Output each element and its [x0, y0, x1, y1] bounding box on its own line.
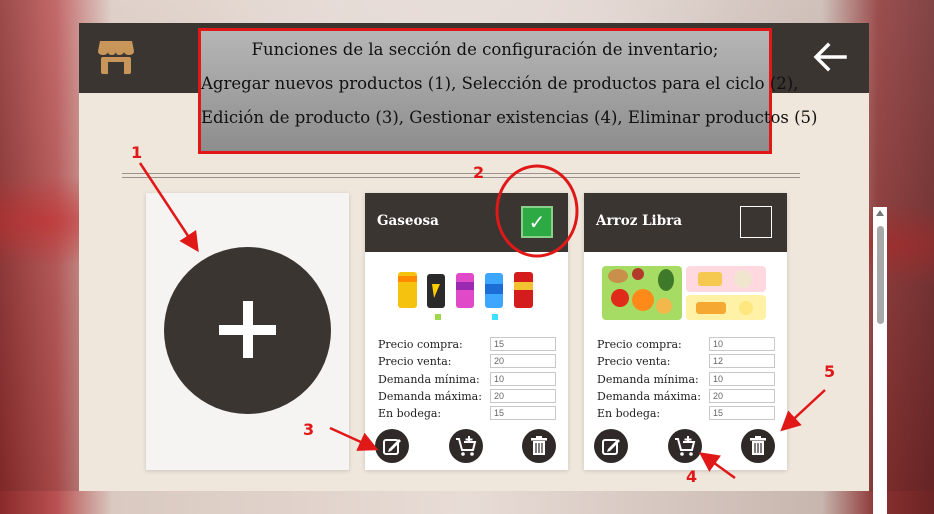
scroll-up-arrow[interactable]	[876, 210, 884, 216]
field-label: Demanda mínima:	[378, 372, 480, 386]
food-items-image	[598, 264, 770, 322]
precio-compra-input[interactable]: 10	[709, 337, 775, 351]
marker-1: 1	[131, 143, 143, 162]
soda-cans-image	[379, 264, 551, 322]
demanda-minima-input[interactable]: 10	[709, 371, 775, 386]
product-card-gaseosa: Gaseosa ✓ Precio compra: 15 Precio venta:…	[365, 193, 568, 470]
select-checkbox[interactable]: ✓	[521, 206, 553, 238]
back-arrow-icon[interactable]	[811, 39, 849, 75]
store-icon	[98, 41, 134, 74]
field-label: Demanda máxima:	[378, 389, 482, 403]
field-row: Demanda máxima: 20	[597, 388, 777, 406]
field-row: Precio venta: 20	[378, 354, 558, 371]
annotation-line: Edición de producto (3), Gestionar exist…	[201, 108, 818, 127]
precio-venta-input[interactable]: 20	[490, 354, 556, 369]
plus-icon[interactable]	[164, 247, 331, 414]
checkmark-icon: ✓	[528, 210, 546, 234]
trash-icon	[750, 436, 766, 455]
marker-2: 2	[473, 163, 485, 182]
product-fields: Precio compra: 10 Precio venta: 12 Demanda…	[597, 337, 777, 423]
product-card-header: Arroz Libra	[584, 193, 787, 252]
manage-stock-button[interactable]	[668, 429, 702, 463]
demanda-maxima-input[interactable]: 20	[490, 388, 556, 403]
select-checkbox[interactable]	[740, 206, 772, 238]
field-label: Demanda mínima:	[597, 372, 699, 386]
product-fields: Precio compra: 15 Precio venta: 20 Demanda…	[378, 337, 558, 423]
delete-product-button[interactable]	[741, 429, 775, 463]
edit-product-button[interactable]	[594, 429, 628, 463]
marker-5: 5	[824, 362, 836, 381]
scrollbar[interactable]	[873, 207, 887, 514]
edit-icon	[602, 439, 620, 455]
field-label: Precio compra:	[597, 338, 682, 351]
scroll-thumb[interactable]	[877, 226, 884, 324]
marker-3: 3	[303, 420, 315, 439]
field-row: Demanda mínima: 10	[597, 371, 777, 389]
field-row: En bodega: 15	[597, 406, 777, 423]
add-to-cart-icon	[675, 436, 696, 456]
product-name: Arroz Libra	[596, 213, 682, 229]
demanda-minima-input[interactable]: 10	[490, 371, 556, 386]
field-label: Precio compra:	[378, 338, 463, 351]
field-label: En bodega:	[597, 407, 661, 421]
en-bodega-input[interactable]: 15	[490, 406, 556, 421]
field-row: Demanda máxima: 20	[378, 388, 558, 406]
product-card-header: Gaseosa ✓	[365, 193, 568, 252]
precio-venta-input[interactable]: 12	[709, 354, 775, 369]
field-row: Demanda mínima: 10	[378, 371, 558, 389]
precio-compra-input[interactable]: 15	[490, 337, 556, 351]
field-label: Demanda máxima:	[597, 389, 701, 403]
annotation-line: Funciones de la sección de configuración…	[251, 40, 719, 59]
delete-product-button[interactable]	[522, 429, 556, 463]
marker-4: 4	[686, 467, 698, 486]
product-card-arroz-libra: Arroz Libra Precio compra: 10 Precio vent…	[584, 193, 787, 470]
annotation-line: Agregar nuevos productos (1), Selección …	[201, 74, 799, 93]
trash-icon	[531, 436, 547, 455]
add-to-cart-icon	[456, 436, 477, 456]
field-row: Precio compra: 15	[378, 337, 558, 354]
field-label: Precio venta:	[378, 355, 452, 369]
edit-icon	[383, 439, 401, 455]
demanda-maxima-input[interactable]: 20	[709, 388, 775, 403]
add-product-card[interactable]	[146, 193, 349, 470]
field-row: En bodega: 15	[378, 406, 558, 423]
field-row: Precio venta: 12	[597, 354, 777, 371]
field-row: Precio compra: 10	[597, 337, 777, 354]
section-divider	[122, 173, 800, 178]
field-label: Precio venta:	[597, 355, 671, 369]
product-name: Gaseosa	[377, 213, 439, 229]
instruction-annotation-box: Funciones de la sección de configuración…	[198, 28, 818, 154]
en-bodega-input[interactable]: 15	[709, 406, 775, 421]
product-actions	[584, 429, 787, 465]
product-actions	[365, 429, 568, 465]
manage-stock-button[interactable]	[449, 429, 483, 463]
field-label: En bodega:	[378, 407, 442, 421]
edit-product-button[interactable]	[375, 429, 409, 463]
